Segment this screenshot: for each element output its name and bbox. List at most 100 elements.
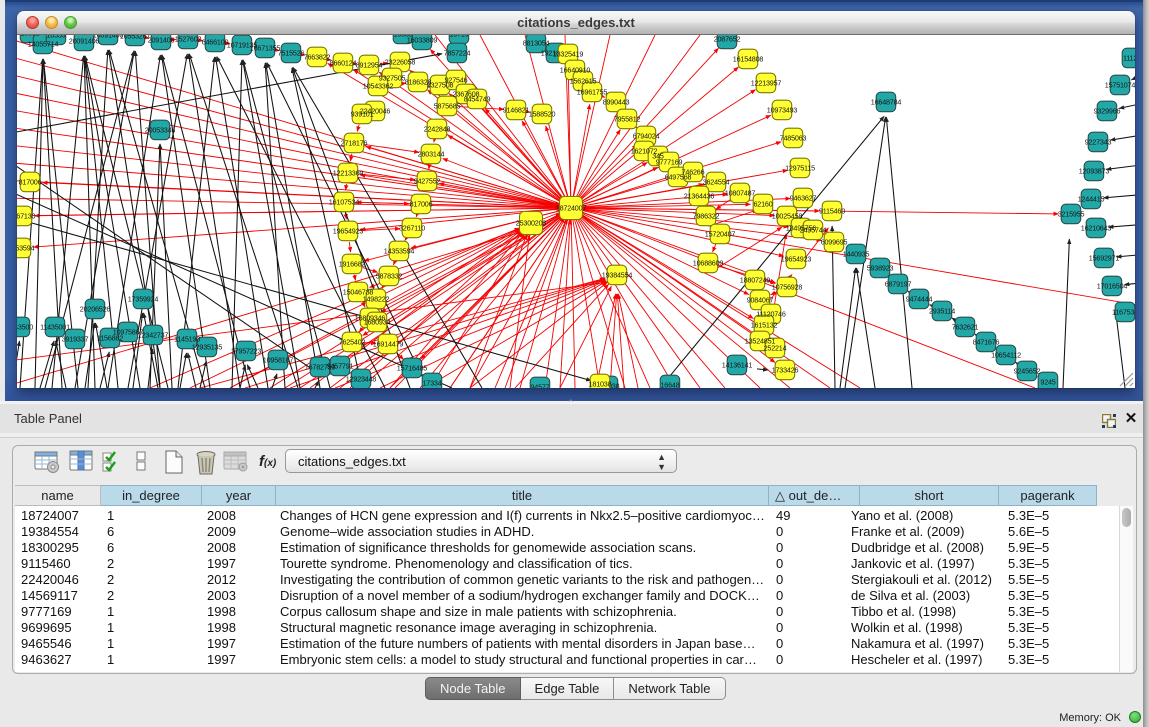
svg-text:12923448: 12923448 [346, 375, 377, 384]
svg-text:8454749: 8454749 [464, 95, 491, 104]
svg-text:817006: 817006 [410, 200, 433, 209]
svg-text:15720407: 15720407 [705, 230, 736, 239]
svg-text:10543362: 10543362 [363, 82, 394, 91]
svg-text:1498222: 1498222 [363, 295, 390, 304]
svg-text:8813054: 8813054 [523, 39, 550, 48]
svg-text:9329966: 9329966 [1094, 107, 1121, 116]
svg-text:9227343: 9227343 [1085, 138, 1112, 147]
svg-text:10025458: 10025458 [772, 212, 803, 221]
svg-text:16671355: 16671355 [250, 44, 281, 53]
svg-text:18807249: 18807249 [740, 276, 771, 285]
svg-text:12935135: 12935135 [192, 343, 223, 352]
svg-text:19654923: 19654923 [781, 255, 812, 264]
svg-text:16961755: 16961755 [577, 88, 608, 97]
svg-text:16640910: 16640910 [560, 66, 591, 75]
svg-text:17957223: 17957223 [231, 347, 262, 356]
svg-text:5938923: 5938923 [867, 264, 894, 273]
svg-text:1453594: 1453594 [17, 244, 34, 253]
svg-text:2087652: 2087652 [714, 35, 741, 44]
svg-text:12213957: 12213957 [751, 79, 782, 88]
svg-text:21364436: 21364436 [684, 192, 715, 201]
svg-text:3267130: 3267130 [17, 212, 35, 221]
svg-text:16210643: 16210643 [1081, 224, 1112, 233]
svg-text:15692971: 15692971 [1089, 254, 1120, 263]
svg-text:2091406: 2091406 [148, 36, 175, 45]
svg-text:7625402: 7625402 [339, 338, 366, 347]
svg-text:16107534: 16107534 [329, 198, 360, 207]
svg-text:8912954: 8912954 [356, 61, 383, 70]
svg-text:3267110: 3267110 [399, 224, 425, 233]
svg-text:6099695: 6099695 [821, 238, 848, 247]
svg-text:9777169: 9777169 [656, 158, 683, 167]
svg-text:7955812: 7955812 [614, 115, 641, 124]
svg-text:7485063: 7485063 [780, 134, 807, 143]
svg-text:5878332: 5878332 [376, 272, 403, 281]
svg-text:2718176: 2718176 [341, 139, 368, 148]
svg-text:9463627: 9463627 [790, 194, 817, 203]
svg-text:1143500: 1143500 [17, 323, 33, 332]
svg-text:14055714: 14055714 [28, 40, 59, 49]
svg-text:16091406: 16091406 [93, 35, 124, 40]
svg-text:9474444: 9474444 [906, 295, 933, 304]
svg-text:1680934: 1680934 [364, 318, 391, 327]
svg-text:1615132: 1615132 [751, 321, 778, 330]
svg-text:17359924: 17359924 [128, 295, 159, 304]
svg-text:252214: 252214 [764, 344, 787, 353]
svg-text:1527602: 1527602 [175, 35, 202, 44]
svg-text:2242848: 2242848 [424, 125, 451, 134]
svg-text:16914479: 16914479 [373, 340, 404, 349]
svg-text:6466100: 6466100 [202, 38, 229, 47]
svg-text:5875685: 5875685 [434, 102, 461, 111]
svg-text:9245: 9245 [1040, 378, 1055, 387]
svg-text:16782759: 16782759 [305, 363, 336, 372]
svg-text:16091: 16091 [21, 35, 40, 38]
svg-text:10958107: 10958107 [263, 356, 294, 365]
svg-text:746266: 746266 [682, 168, 705, 177]
svg-text:18724007: 18724007 [556, 204, 587, 213]
svg-text:23226058: 23226058 [385, 58, 416, 67]
svg-text:10807487: 10807487 [725, 189, 756, 198]
svg-text:10688609: 10688609 [693, 259, 724, 268]
svg-text:7663822: 7663822 [304, 53, 331, 62]
svg-text:7857224: 7857224 [444, 49, 471, 58]
svg-text:9115460: 9115460 [819, 207, 845, 216]
svg-text:9084067: 9084067 [747, 296, 774, 305]
svg-text:3919337: 3919337 [62, 335, 89, 344]
svg-text:12093873: 12093873 [1079, 167, 1110, 176]
svg-text:10719: 10719 [450, 35, 469, 39]
svg-text:12342737: 12342737 [138, 331, 169, 340]
svg-text:94577: 94577 [531, 383, 550, 389]
svg-text:1562615: 1562615 [570, 77, 597, 86]
svg-text:9146821: 9146821 [503, 106, 530, 115]
svg-text:2935114: 2935114 [929, 307, 955, 316]
svg-text:10553: 10553 [47, 35, 66, 40]
svg-text:12213369: 12213369 [333, 169, 364, 178]
svg-text:927546: 927546 [445, 76, 468, 85]
svg-text:10553267: 10553267 [120, 35, 151, 41]
svg-text:15716485: 15716485 [397, 364, 428, 373]
svg-text:10973493: 10973493 [767, 106, 798, 115]
svg-text:11121: 11121 [1123, 54, 1135, 63]
svg-text:11435001: 11435001 [40, 323, 70, 332]
svg-text:12975115: 12975115 [785, 164, 815, 173]
svg-text:15751074: 15751074 [1105, 81, 1135, 90]
svg-text:14353594: 14353594 [384, 247, 415, 256]
svg-text:8660124: 8660124 [330, 59, 357, 68]
svg-text:9427552: 9427552 [414, 177, 441, 186]
svg-text:1167534: 1167534 [1112, 308, 1135, 317]
svg-text:9245652: 9245652 [1014, 367, 1041, 376]
svg-text:11120746: 11120746 [756, 310, 786, 319]
svg-text:20053346: 20053346 [145, 126, 176, 135]
svg-text:3215955: 3215955 [1058, 210, 1085, 219]
svg-text:1588520: 1588520 [529, 110, 556, 119]
svg-text:817006: 817006 [19, 178, 42, 187]
svg-text:8990443: 8990443 [603, 98, 630, 107]
svg-text:6794024: 6794024 [633, 132, 660, 141]
svg-text:13325419: 13325419 [553, 50, 584, 59]
svg-text:25300203: 25300203 [516, 219, 547, 228]
svg-text:16033809: 16033809 [407, 36, 438, 45]
svg-text:2495744: 2495744 [800, 226, 827, 235]
svg-text:10654112: 10654112 [991, 351, 1021, 360]
svg-text:2803144: 2803144 [418, 150, 445, 159]
svg-text:181038: 181038 [589, 380, 612, 389]
